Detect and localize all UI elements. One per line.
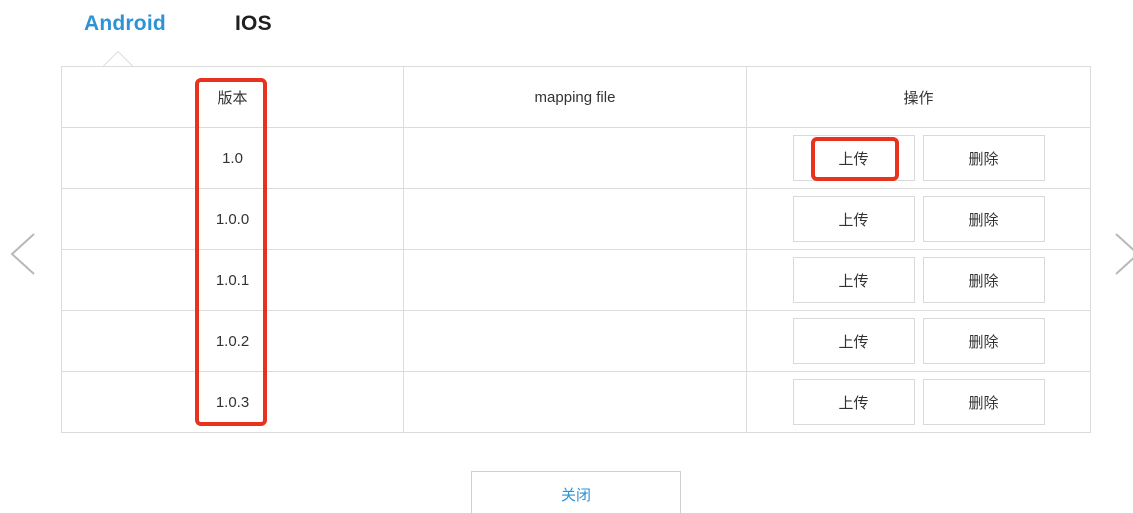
actions-cell: 上传 删除 [746,310,1091,372]
delete-button[interactable]: 删除 [922,379,1045,425]
version-cell: 1.0.3 [61,371,404,433]
version-cell: 1.0.1 [61,249,404,311]
active-tab-pointer [103,51,133,66]
actions-cell: 上传 删除 [746,188,1091,250]
table-header-row: 版本 mapping file 操作 [61,66,1091,128]
mapping-file-cell [403,371,747,433]
tab-ios[interactable]: IOS [235,12,272,36]
version-cell: 1.0.2 [61,310,404,372]
upload-button[interactable]: 上传 [792,196,915,242]
table-row: 1.0.1 上传 删除 [61,249,1091,311]
actions-cell: 上传 删除 [746,371,1091,433]
version-cell: 1.0 [61,127,404,189]
mapping-table: 版本 mapping file 操作 1.0 上传 删除 1.0.0 上传 删除… [61,66,1091,433]
header-actions: 操作 [746,66,1091,128]
upload-button[interactable]: 上传 [792,379,915,425]
upload-button[interactable]: 上传 [792,135,915,181]
mapping-file-cell [403,127,747,189]
mapping-file-cell [403,310,747,372]
table-row: 1.0.2 上传 删除 [61,310,1091,372]
delete-button[interactable]: 删除 [922,257,1045,303]
chevron-right-icon[interactable] [1112,232,1133,276]
delete-button[interactable]: 删除 [922,318,1045,364]
actions-cell: 上传 删除 [746,249,1091,311]
upload-button[interactable]: 上传 [792,257,915,303]
mapping-file-cell [403,188,747,250]
upload-button[interactable]: 上传 [792,318,915,364]
mapping-file-dialog: Android IOS 版本 mapping file 操作 1.0 上传 删除… [0,0,1133,513]
table-row: 1.0.0 上传 删除 [61,188,1091,250]
header-mapping-file: mapping file [403,66,747,128]
table-row: 1.0.3 上传 删除 [61,371,1091,433]
version-cell: 1.0.0 [61,188,404,250]
delete-button[interactable]: 删除 [922,196,1045,242]
header-version: 版本 [61,66,404,128]
table-row: 1.0 上传 删除 [61,127,1091,189]
tab-android[interactable]: Android [84,12,166,36]
mapping-file-cell [403,249,747,311]
actions-cell: 上传 删除 [746,127,1091,189]
chevron-left-icon[interactable] [8,232,38,276]
close-button[interactable]: 关闭 [471,471,681,513]
delete-button[interactable]: 删除 [922,135,1045,181]
